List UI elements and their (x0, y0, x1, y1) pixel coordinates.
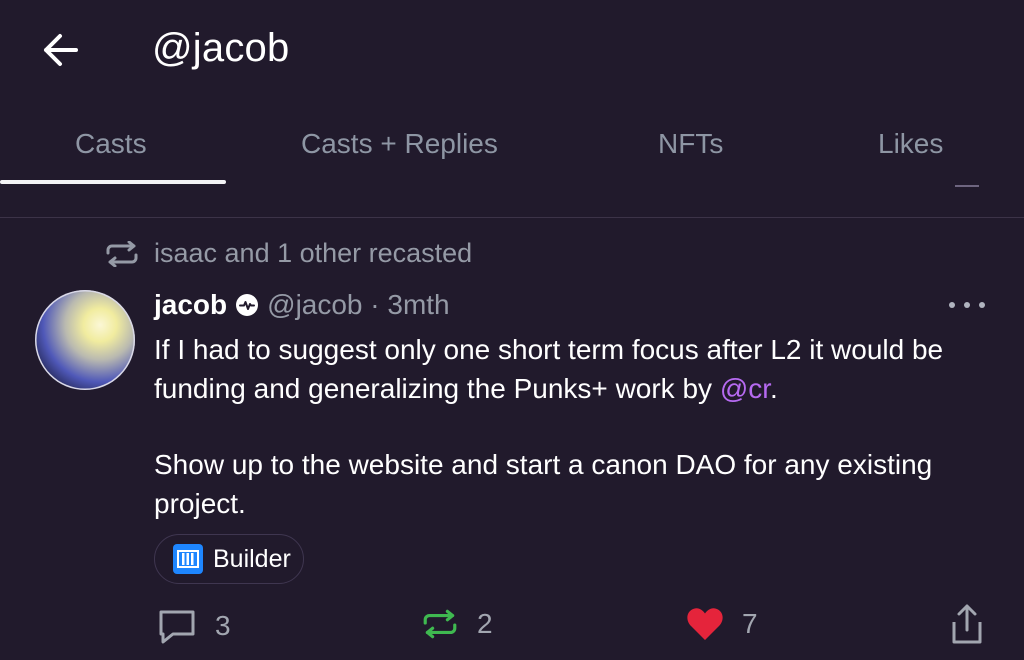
post-actions: 3 2 7 (0, 600, 1024, 655)
reply-button[interactable]: 3 (157, 606, 231, 646)
post-text: If I had to suggest only one short term … (154, 334, 944, 404)
tab-casts-replies[interactable]: Casts + Replies (301, 128, 498, 160)
mention-link[interactable]: @cr (720, 373, 770, 404)
back-button[interactable] (38, 30, 82, 70)
dot (964, 302, 970, 308)
post-paragraph-2: Show up to the website and start a canon… (154, 449, 933, 519)
author-handle-time: @jacob · 3mth (267, 289, 450, 320)
comment-icon (159, 610, 195, 644)
post-paragraph: If I had to suggest only one short term … (154, 330, 1004, 408)
tab-casts[interactable]: Casts (75, 128, 147, 160)
channel-label: Builder (213, 544, 291, 573)
recast-button[interactable]: 2 (421, 608, 493, 640)
top-bar: @jacob (0, 0, 1024, 105)
active-tab-indicator (0, 180, 226, 184)
dot (949, 302, 955, 308)
divider (0, 217, 1024, 218)
like-count: 7 (742, 608, 758, 639)
share-icon (952, 604, 982, 644)
tab-likes[interactable]: Likes (878, 128, 943, 160)
avatar[interactable] (35, 290, 135, 390)
page-title: @jacob (152, 26, 290, 70)
post-body: If I had to suggest only one short term … (154, 330, 1004, 523)
reply-count: 3 (215, 610, 231, 641)
share-button[interactable] (948, 602, 986, 646)
tab-indicator-stub (955, 185, 979, 187)
verified-badge-icon (235, 293, 259, 317)
recast-text: isaac and 1 other recasted (154, 238, 473, 268)
builder-channel-icon (173, 544, 203, 574)
channel-chip[interactable]: Builder (154, 534, 304, 584)
recast-icon (423, 609, 457, 639)
tab-nfts[interactable]: NFTs (658, 128, 723, 160)
like-button[interactable]: 7 (686, 606, 758, 642)
more-options-button[interactable] (949, 291, 985, 319)
arrow-left-icon (44, 34, 78, 66)
post-text-end: . (770, 373, 778, 404)
recast-count: 2 (477, 608, 493, 639)
heart-icon (687, 608, 723, 640)
profile-tabs: Casts Casts + Replies NFTs Likes (0, 110, 1024, 188)
recast-notice[interactable]: isaac and 1 other recasted (104, 238, 472, 269)
author-name[interactable]: jacob (154, 289, 227, 321)
dot (979, 302, 985, 308)
recast-icon (106, 240, 138, 267)
post-header: jacob @jacob · 3mth (154, 289, 450, 321)
